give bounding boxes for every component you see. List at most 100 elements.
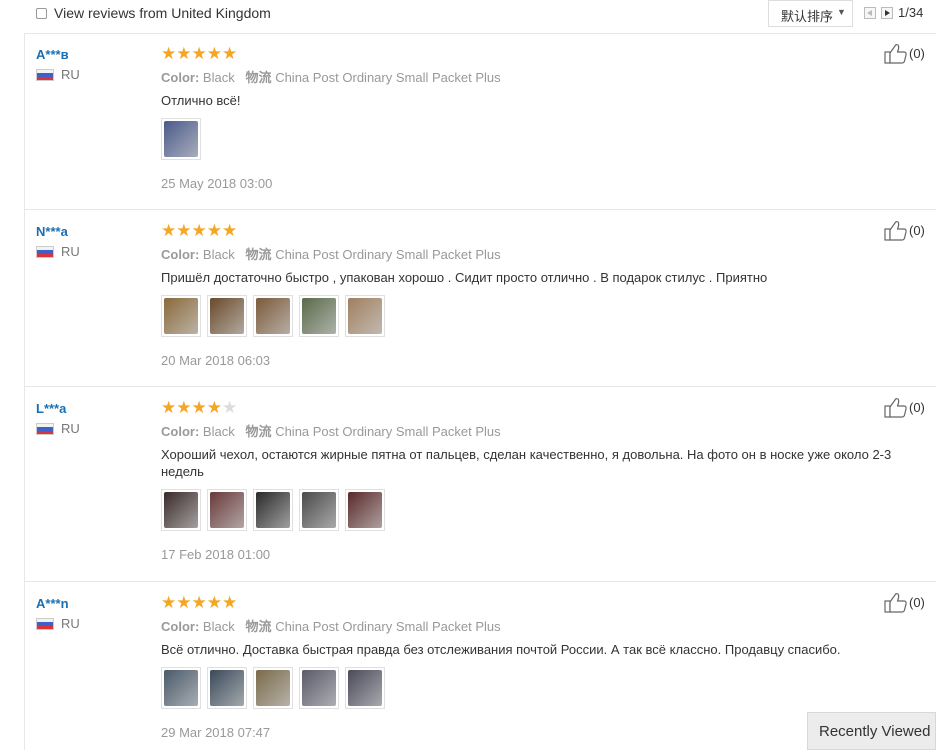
review-photos: [161, 118, 201, 160]
thumbs-up-icon[interactable]: [884, 397, 908, 419]
recently-viewed-button[interactable]: Recently Viewed: [807, 712, 936, 750]
photo-image: [164, 121, 198, 157]
like-count: (0): [909, 46, 925, 61]
star-filled-icon: ★: [176, 398, 192, 417]
star-filled-icon: ★: [206, 593, 222, 612]
photo-image: [164, 670, 198, 706]
photo-image: [348, 492, 382, 528]
review-text: Пришёл достаточно быстро , упакован хоро…: [161, 270, 768, 285]
reviewer-name[interactable]: A***n: [36, 596, 69, 611]
page-indicator: 1/34: [898, 5, 924, 20]
rating-stars: ★★★★★: [161, 44, 237, 64]
review-toolbar: View reviews from United Kingdom 默认排序 ▼ …: [0, 0, 936, 28]
rating-stars: ★★★★★: [161, 221, 237, 241]
photo-image: [164, 298, 198, 334]
logistics-value: China Post Ordinary Small Packet Plus: [275, 619, 501, 634]
review-photo-thumbnail[interactable]: [345, 295, 385, 337]
review-photos: [161, 295, 385, 337]
review-date: 20 Mar 2018 06:03: [161, 353, 271, 368]
star-filled-icon: ★: [222, 221, 238, 240]
like-count: (0): [909, 595, 925, 610]
photo-image: [210, 298, 244, 334]
star-filled-icon: ★: [191, 44, 207, 63]
review-photo-thumbnail[interactable]: [207, 295, 247, 337]
star-filled-icon: ★: [176, 221, 192, 240]
thumbs-up-icon[interactable]: [884, 43, 908, 65]
color-key: Color:: [161, 70, 200, 85]
review-date: 29 Mar 2018 07:47: [161, 725, 271, 740]
review-photo-thumbnail[interactable]: [299, 295, 339, 337]
star-filled-icon: ★: [206, 44, 222, 63]
reviewer-name[interactable]: L***a: [36, 401, 66, 416]
star-filled-icon: ★: [161, 221, 177, 240]
star-filled-icon: ★: [176, 44, 192, 63]
review-photo-thumbnail[interactable]: [161, 489, 201, 531]
star-filled-icon: ★: [191, 221, 207, 240]
thumbs-up-icon[interactable]: [884, 220, 908, 242]
next-page-button[interactable]: [881, 7, 893, 19]
like-count: (0): [909, 400, 925, 415]
review-photo-thumbnail[interactable]: [253, 489, 293, 531]
photo-image: [348, 670, 382, 706]
photo-image: [210, 492, 244, 528]
review-text: Отлично всё!: [161, 93, 241, 108]
star-filled-icon: ★: [161, 44, 177, 63]
photo-image: [210, 670, 244, 706]
review-date: 17 Feb 2018 01:00: [161, 547, 271, 562]
reviewer-name[interactable]: A***в: [36, 47, 69, 62]
thumbs-up-icon[interactable]: [884, 592, 908, 614]
review-text: Хороший чехол, остаются жирные пятна от …: [161, 447, 892, 479]
star-filled-icon: ★: [206, 221, 222, 240]
uk-filter-label[interactable]: View reviews from United Kingdom: [54, 5, 271, 21]
star-empty-icon: ★: [222, 398, 238, 417]
color-value: Black: [202, 424, 235, 439]
review-divider: [24, 386, 936, 387]
russia-flag-icon: [36, 423, 54, 435]
star-filled-icon: ★: [191, 398, 207, 417]
reviewer-country: RU: [61, 616, 80, 631]
review-photo-thumbnail[interactable]: [161, 667, 201, 709]
reviewer-country: RU: [61, 421, 80, 436]
review-photo-thumbnail[interactable]: [345, 489, 385, 531]
star-filled-icon: ★: [161, 398, 177, 417]
like-count: (0): [909, 223, 925, 238]
review-photo-thumbnail[interactable]: [161, 118, 201, 160]
chevron-down-icon: ▼: [837, 7, 846, 17]
rating-stars: ★★★★★: [161, 593, 237, 613]
review-meta: Color: Black 物流 China Post Ordinary Smal…: [161, 67, 501, 86]
review-meta: Color: Black 物流 China Post Ordinary Smal…: [161, 421, 501, 440]
review-photo-thumbnail[interactable]: [345, 667, 385, 709]
review-text: Всё отлично. Доставка быстрая правда без…: [161, 642, 841, 657]
logistics-key: 物流: [245, 247, 272, 262]
russia-flag-icon: [36, 618, 54, 630]
review-photo-thumbnail[interactable]: [299, 667, 339, 709]
star-filled-icon: ★: [191, 593, 207, 612]
color-key: Color:: [161, 424, 200, 439]
photo-image: [164, 492, 198, 528]
review-meta: Color: Black 物流 China Post Ordinary Smal…: [161, 244, 501, 263]
reviewer-country: RU: [61, 67, 80, 82]
prev-page-button[interactable]: [864, 7, 876, 19]
color-value: Black: [202, 619, 235, 634]
rating-stars: ★★★★★: [161, 398, 237, 418]
uk-filter-checkbox[interactable]: [36, 8, 47, 19]
arrow-left-icon: [867, 10, 872, 16]
arrow-right-icon: [885, 10, 890, 16]
review-photo-thumbnail[interactable]: [253, 295, 293, 337]
photo-image: [256, 298, 290, 334]
photo-image: [302, 670, 336, 706]
star-filled-icon: ★: [222, 593, 238, 612]
review-divider: [24, 581, 936, 582]
star-filled-icon: ★: [176, 593, 192, 612]
color-key: Color:: [161, 619, 200, 634]
review-photo-thumbnail[interactable]: [299, 489, 339, 531]
review-meta: Color: Black 物流 China Post Ordinary Smal…: [161, 616, 501, 635]
sort-dropdown[interactable]: 默认排序 ▼: [768, 0, 853, 27]
review-photo-thumbnail[interactable]: [253, 667, 293, 709]
review-photo-thumbnail[interactable]: [207, 489, 247, 531]
star-filled-icon: ★: [222, 44, 238, 63]
review-photo-thumbnail[interactable]: [207, 667, 247, 709]
review-photo-thumbnail[interactable]: [161, 295, 201, 337]
sort-label: 默认排序: [781, 9, 834, 24]
reviewer-name[interactable]: N***a: [36, 224, 68, 239]
